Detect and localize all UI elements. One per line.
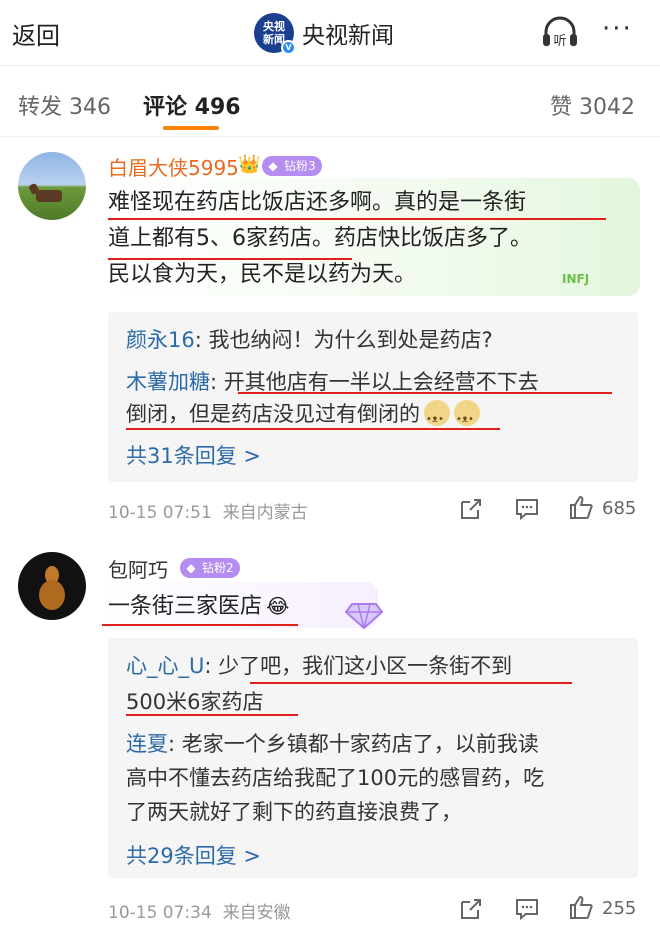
reply-item: 颜永16: 我也纳闷！为什么到处是药店?	[126, 328, 493, 352]
share-icon[interactable]	[458, 496, 484, 522]
reply-username[interactable]: 心_心_U	[126, 654, 204, 678]
reply-item: 连夏: 老家一个乡镇都十家药店了，以前我读	[126, 732, 539, 756]
reply-username[interactable]: 连夏	[126, 732, 168, 756]
red-underline	[126, 714, 298, 716]
reply-text: 老家一个乡镇都十家药店了，以前我读	[181, 732, 539, 756]
red-underline	[250, 682, 572, 684]
crown-icon: 👑	[238, 154, 261, 175]
like-icon[interactable]	[568, 494, 594, 520]
comment-icon[interactable]	[514, 496, 540, 522]
doge-emoji-icon	[424, 400, 450, 436]
fan-badge: ◆ 钻粉3	[262, 156, 322, 176]
svg-text:听: 听	[553, 34, 566, 49]
red-underline	[238, 392, 612, 394]
red-underline	[126, 428, 500, 430]
tab-likes[interactable]: 赞 3042	[550, 89, 635, 121]
comment-icon[interactable]	[514, 896, 540, 922]
comment-username[interactable]: 包阿巧	[108, 554, 168, 583]
tab-bar: 转发 346 评论 496 赞 3042	[0, 67, 660, 137]
comment-text-line: 难怪现在药店比饭店还多啊。真的是一条街	[108, 190, 527, 215]
reply-text: 高中不懂去药店给我配了100元的感冒药，吃	[126, 766, 545, 790]
sticker-label: INFJ	[562, 272, 590, 286]
headphones-icon[interactable]: 听	[540, 14, 580, 50]
like-count: 685	[602, 498, 637, 519]
avatar[interactable]	[18, 552, 86, 620]
view-more-replies-link[interactable]: 共29条回复 >	[126, 840, 261, 870]
like-count: 255	[602, 898, 637, 919]
red-underline	[102, 624, 298, 626]
reply-text: 倒闭，但是药店没见过有倒闭的	[126, 402, 420, 426]
account-header[interactable]: 央视 新闻 V 央视新闻	[254, 12, 394, 55]
reply-text: 少了吧，我们这小区一条街不到	[218, 654, 513, 678]
diamond-icon: ◆	[268, 159, 278, 173]
laughing-emoji-icon: 😂	[266, 594, 290, 618]
red-underline	[108, 218, 606, 220]
reply-item: 高中不懂去药店给我配了100元的感冒药，吃	[126, 762, 544, 794]
back-button[interactable]: 返回	[12, 16, 60, 51]
comment-time: 10-15 07:51 来自内蒙古	[108, 503, 308, 523]
top-bar: 返回 央视 新闻 V 央视新闻 听 ···	[0, 0, 660, 66]
more-options-button[interactable]: ···	[602, 14, 633, 44]
tab-comments[interactable]: 评论 496	[143, 89, 241, 121]
account-name: 央视新闻	[302, 23, 394, 49]
like-icon[interactable]	[568, 894, 594, 920]
reply-text: 我也纳闷！为什么到处是药店?	[208, 328, 493, 352]
comment-text-line: 一条街三家医店 😂	[108, 594, 290, 619]
reply-text: 了两天就好了剩下的药直接浪费了，	[126, 800, 462, 824]
reply-item: 了两天就好了剩下的药直接浪费了，	[126, 796, 462, 828]
active-tab-indicator	[163, 126, 219, 130]
comment-text-line: 民以食为天，民不是以药为天。	[108, 262, 417, 287]
reply-item: 倒闭，但是药店没见过有倒闭的	[126, 398, 480, 436]
avatar[interactable]	[18, 152, 86, 220]
diamond-icon: ◆	[186, 561, 196, 575]
view-more-replies-link[interactable]: 共31条回复 >	[126, 440, 261, 470]
share-icon[interactable]	[458, 896, 484, 922]
red-underline	[108, 258, 352, 260]
reply-username[interactable]: 木薯加糖	[126, 370, 210, 394]
verified-icon: V	[281, 40, 296, 55]
reply-text: 开其他店有一半以上会经营不下去	[223, 370, 539, 394]
comment-text-line: 道上都有5、6家药店。药店快比饭店多了。	[108, 226, 532, 251]
fan-badge: ◆ 钻粉2	[180, 558, 240, 578]
account-logo: 央视 新闻 V	[254, 13, 296, 55]
reply-text: 500米6家药店	[126, 690, 264, 714]
tab-reposts[interactable]: 转发 346	[18, 89, 111, 121]
gem-icon	[344, 603, 384, 630]
doge-emoji-icon	[454, 400, 480, 436]
comment-time: 10-15 07:34 来自安徽	[108, 903, 291, 923]
comment-username[interactable]: 白眉大侠5995	[108, 152, 239, 181]
reply-username[interactable]: 颜永16	[126, 328, 195, 352]
reply-item: 心_心_U: 少了吧，我们这小区一条街不到	[126, 654, 513, 678]
